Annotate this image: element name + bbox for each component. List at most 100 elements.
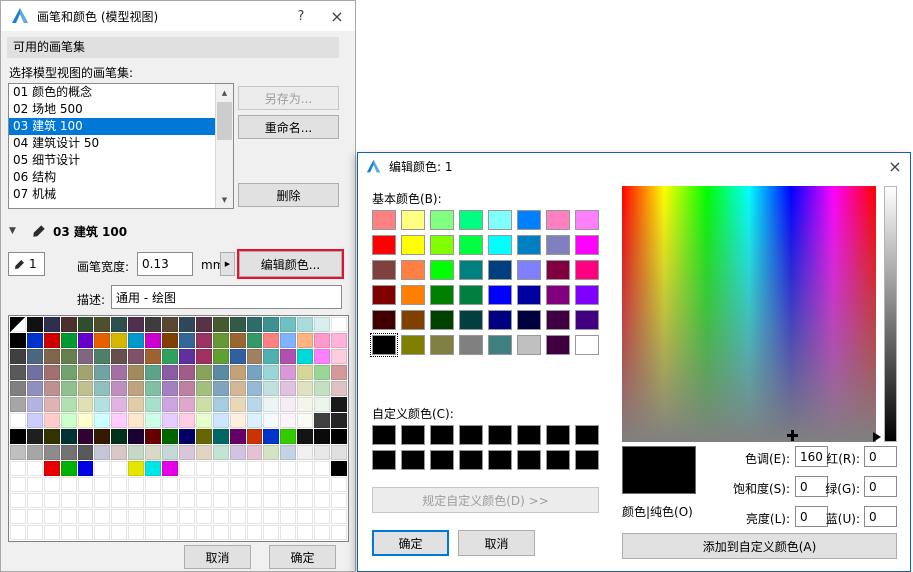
pen-color-cell[interactable] (196, 509, 212, 524)
pen-color-cell[interactable] (145, 429, 161, 444)
basic-color-cell[interactable] (575, 310, 599, 330)
pen-color-cell[interactable] (27, 365, 43, 380)
pen-color-cell[interactable] (10, 509, 26, 524)
pen-color-cell[interactable] (247, 413, 263, 428)
pen-color-cell[interactable] (145, 381, 161, 396)
pen-color-cell[interactable] (44, 413, 60, 428)
pen-color-cell[interactable] (162, 413, 178, 428)
pen-color-cell[interactable] (128, 413, 144, 428)
pen-color-cell[interactable] (280, 413, 296, 428)
close-button[interactable]: × (319, 1, 355, 31)
custom-color-cell[interactable] (575, 425, 599, 445)
pen-color-cell[interactable] (27, 525, 43, 540)
basic-color-cell[interactable] (546, 235, 570, 255)
custom-color-cell[interactable] (401, 425, 425, 445)
pen-color-cell[interactable] (44, 525, 60, 540)
pen-color-cell[interactable] (297, 445, 313, 460)
basic-color-cell[interactable] (430, 260, 454, 280)
pen-color-cell[interactable] (213, 429, 229, 444)
pen-color-cell[interactable] (78, 525, 94, 540)
basic-color-cell[interactable] (517, 335, 541, 355)
pen-set-item[interactable]: 03 建筑 100 (9, 118, 216, 135)
pen-cell-selected[interactable] (10, 317, 26, 332)
edit-ok-button[interactable]: 确定 (372, 530, 449, 556)
pen-color-cell[interactable] (94, 429, 110, 444)
pen-color-cell[interactable] (128, 477, 144, 492)
basic-color-cell[interactable] (430, 285, 454, 305)
pen-color-cell[interactable] (128, 445, 144, 460)
pen-color-cell[interactable] (213, 445, 229, 460)
basic-color-cell[interactable] (488, 285, 512, 305)
pen-color-cell[interactable] (280, 445, 296, 460)
basic-color-cell[interactable] (575, 260, 599, 280)
pen-color-cell[interactable] (145, 461, 161, 476)
pen-color-cell[interactable] (230, 461, 246, 476)
basic-color-cell[interactable] (372, 285, 396, 305)
pen-color-cell[interactable] (10, 397, 26, 412)
custom-color-cell[interactable] (517, 425, 541, 445)
pen-color-cell[interactable] (247, 493, 263, 508)
pen-color-cell[interactable] (213, 493, 229, 508)
pen-color-cell[interactable] (10, 493, 26, 508)
basic-color-cell[interactable] (401, 335, 425, 355)
pen-color-cell[interactable] (196, 429, 212, 444)
basic-color-cell[interactable] (488, 310, 512, 330)
pen-color-cell[interactable] (162, 381, 178, 396)
pen-color-cell[interactable] (297, 477, 313, 492)
basic-color-cell[interactable] (575, 335, 599, 355)
pen-color-cell[interactable] (145, 525, 161, 540)
pen-color-cell[interactable] (280, 333, 296, 348)
pen-color-cell[interactable] (196, 333, 212, 348)
pen-color-cell[interactable] (179, 365, 195, 380)
pen-color-cell[interactable] (179, 477, 195, 492)
pen-color-cell[interactable] (78, 397, 94, 412)
pen-color-cell[interactable] (78, 317, 94, 332)
pen-color-cell[interactable] (247, 365, 263, 380)
basic-color-cell[interactable] (517, 310, 541, 330)
pen-color-cell[interactable] (44, 509, 60, 524)
pen-color-cell[interactable] (162, 365, 178, 380)
basic-color-cell[interactable] (546, 335, 570, 355)
pen-color-cell[interactable] (145, 445, 161, 460)
custom-color-cell[interactable] (372, 425, 396, 445)
pen-color-cell[interactable] (263, 413, 279, 428)
basic-color-cell[interactable] (459, 260, 483, 280)
pen-color-cell[interactable] (145, 365, 161, 380)
pen-color-cell[interactable] (179, 397, 195, 412)
basic-color-cell[interactable] (575, 285, 599, 305)
basic-color-cell[interactable] (401, 260, 425, 280)
pen-color-cell[interactable] (196, 349, 212, 364)
pen-color-cell[interactable] (27, 493, 43, 508)
pen-color-cell[interactable] (94, 333, 110, 348)
pen-color-cell[interactable] (27, 477, 43, 492)
pen-color-cell[interactable] (61, 493, 77, 508)
pen-color-cell[interactable] (61, 461, 77, 476)
custom-color-cell[interactable] (459, 450, 483, 470)
pen-color-cell[interactable] (297, 365, 313, 380)
edit-cancel-button[interactable]: 取消 (458, 530, 535, 556)
scrollbar-thumb[interactable] (217, 102, 232, 140)
pen-color-cell[interactable] (263, 445, 279, 460)
pen-color-cell[interactable] (196, 445, 212, 460)
pen-color-cell[interactable] (27, 349, 43, 364)
pen-color-cell[interactable] (44, 365, 60, 380)
pen-color-cell[interactable] (196, 413, 212, 428)
pen-color-cell[interactable] (179, 317, 195, 332)
pen-color-cell[interactable] (213, 317, 229, 332)
pen-color-cell[interactable] (111, 413, 127, 428)
add-to-custom-colors-button[interactable]: 添加到自定义颜色(A) (622, 533, 897, 559)
pen-color-cell[interactable] (213, 381, 229, 396)
pen-color-cell[interactable] (10, 333, 26, 348)
pen-color-cell[interactable] (179, 461, 195, 476)
pen-color-cell[interactable] (94, 509, 110, 524)
pen-color-cell[interactable] (27, 381, 43, 396)
pen-color-cell[interactable] (61, 413, 77, 428)
blue-input[interactable] (864, 506, 897, 527)
pen-color-cell[interactable] (230, 349, 246, 364)
pen-color-cell[interactable] (78, 461, 94, 476)
pen-color-cell[interactable] (314, 509, 330, 524)
basic-color-cell[interactable] (430, 310, 454, 330)
green-input[interactable] (864, 476, 897, 497)
rename-button[interactable]: 重命名... (238, 115, 339, 139)
pen-color-cell[interactable] (230, 333, 246, 348)
